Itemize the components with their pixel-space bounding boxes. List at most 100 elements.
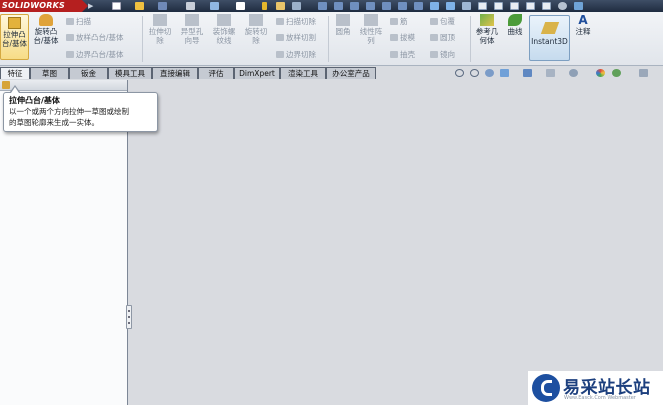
apply-scene-icon[interactable]	[612, 69, 621, 77]
mirror-button[interactable]: 镜向	[430, 50, 455, 60]
boundary-cut-button[interactable]: 边界切除	[276, 50, 316, 60]
settings-gear-icon[interactable]	[558, 2, 567, 10]
zoom-to-fit-icon[interactable]	[455, 69, 464, 77]
tooltip-description-line-1: 以一个或两个方向拉伸一草图或绘制	[9, 107, 129, 116]
view-orientation-icon[interactable]	[523, 69, 532, 77]
window-layout-2-icon[interactable]	[494, 2, 503, 10]
tab-sketch[interactable]: 草图	[30, 67, 69, 79]
print-icon[interactable]	[186, 2, 195, 10]
tab-label: 草图	[42, 69, 57, 78]
display-style-icon[interactable]	[546, 69, 555, 77]
lofted-cut-label: 放样切割	[286, 33, 316, 42]
tab-render-tools[interactable]: 渲染工具	[280, 67, 326, 79]
extrude-cut-button[interactable]: 拉伸切 除	[145, 14, 175, 45]
swept-cut-icon	[276, 18, 284, 25]
reference-geometry-label: 参考几 何体	[475, 27, 499, 45]
view-cube-3-icon[interactable]	[350, 2, 359, 10]
wrap-button[interactable]: 包覆	[430, 17, 455, 27]
fillet-button[interactable]: 圆角	[331, 14, 355, 36]
sweep-button[interactable]: 扫描	[66, 17, 91, 27]
solidworks-logo[interactable]: SOLIDWORKS	[0, 0, 88, 12]
extrude-cut-label: 拉伸切 除	[148, 27, 172, 45]
open-folder-icon[interactable]	[135, 2, 144, 10]
view-cube-2-icon[interactable]	[334, 2, 343, 10]
help-icon[interactable]	[574, 2, 583, 10]
loft-boss-button[interactable]: 放样凸台/基体	[66, 33, 124, 43]
view-cube-8-icon[interactable]	[430, 2, 439, 10]
lofted-cut-button[interactable]: 放样切割	[276, 33, 316, 43]
tab-label: 特征	[7, 69, 23, 78]
watermark-logo-icon	[532, 374, 560, 402]
window-layout-3-icon[interactable]	[510, 2, 519, 10]
window-layout-1-icon[interactable]	[478, 2, 487, 10]
hole-wizard-button[interactable]: 异型孔 向导	[177, 14, 207, 45]
undo-icon[interactable]	[210, 2, 219, 10]
reference-geometry-button[interactable]: 参考几 何体	[473, 14, 501, 45]
tab-office-products[interactable]: 办公室产品	[326, 67, 376, 79]
view-cube-9-icon[interactable]	[446, 2, 455, 10]
swept-cut-button[interactable]: 扫描切除	[276, 17, 316, 27]
loft-boss-icon	[66, 34, 74, 41]
select-arrow-icon[interactable]	[236, 2, 245, 10]
instant3d-button[interactable]: Instant3D	[529, 15, 570, 61]
dome-button[interactable]: 圆顶	[430, 33, 455, 43]
draft-button[interactable]: 拔模	[390, 33, 415, 43]
fillet-label: 圆角	[335, 27, 351, 36]
cosmetic-thread-button[interactable]: 装饰螺 纹线	[209, 14, 239, 45]
rib-button[interactable]: 筋	[390, 17, 408, 27]
heads-up-view-toolbar	[455, 66, 663, 79]
view-cube-1-icon[interactable]	[318, 2, 327, 10]
shell-button[interactable]: 抽壳	[390, 50, 415, 60]
window-layout-4-icon[interactable]	[526, 2, 535, 10]
rib-icon	[390, 18, 398, 25]
tab-dimxpert[interactable]: DimXpert	[234, 67, 280, 79]
draft-label: 拔模	[400, 33, 415, 42]
graphics-area[interactable]	[129, 80, 663, 405]
window-layout-5-icon[interactable]	[542, 2, 551, 10]
instant3d-label: Instant3D	[531, 37, 568, 46]
previous-view-icon[interactable]	[485, 69, 494, 77]
tab-direct-editing[interactable]: 直接编辑	[152, 67, 198, 79]
save-icon[interactable]	[158, 2, 167, 10]
tab-label: 钣金	[81, 69, 96, 78]
zoom-to-area-icon[interactable]	[470, 69, 479, 77]
mirror-label: 镜向	[440, 50, 455, 59]
anchor-icon[interactable]	[462, 2, 471, 10]
mirror-icon	[430, 51, 438, 58]
tab-label: 模具工具	[115, 69, 145, 78]
extrude-cut-icon	[153, 14, 167, 26]
tab-sheet-metal[interactable]: 钣金	[69, 67, 108, 79]
linear-pattern-label: 线性阵 列	[359, 27, 383, 45]
panel-splitter-handle[interactable]	[126, 305, 132, 329]
revolve-cut-button[interactable]: 旋转切 除	[241, 14, 271, 45]
view-cube-4-icon[interactable]	[366, 2, 375, 10]
extrude-boss-button[interactable]: 拉伸凸 台/基体	[0, 14, 29, 60]
feature-tree-tab-icon[interactable]	[2, 81, 10, 89]
tab-mold-tools[interactable]: 模具工具	[108, 67, 152, 79]
linear-pattern-button[interactable]: 线性阵 列	[357, 14, 385, 45]
shell-label: 抽壳	[400, 50, 415, 59]
curves-button[interactable]: 曲线	[503, 14, 527, 36]
annotation-button[interactable]: A 注释	[572, 14, 594, 36]
menu-arrow-icon[interactable]: ▶	[88, 2, 93, 10]
options-icon[interactable]	[292, 2, 301, 10]
section-view-icon[interactable]	[500, 69, 509, 77]
edit-appearance-icon[interactable]	[596, 69, 605, 77]
hide-show-items-icon[interactable]	[569, 69, 578, 77]
revolve-cut-label: 旋转切 除	[244, 27, 268, 45]
view-cube-5-icon[interactable]	[382, 2, 391, 10]
boundary-boss-button[interactable]: 边界凸台/基体	[66, 50, 124, 60]
tab-features[interactable]: 特征	[0, 67, 30, 79]
rebuild-traffic-light-icon[interactable]	[262, 2, 267, 10]
view-settings-icon[interactable]	[639, 69, 648, 77]
tab-label: DimXpert	[239, 69, 275, 78]
tab-evaluate[interactable]: 评估	[198, 67, 234, 79]
view-cube-7-icon[interactable]	[414, 2, 423, 10]
new-document-icon[interactable]	[112, 2, 121, 10]
dome-label: 圆顶	[440, 33, 455, 42]
sweep-label: 扫描	[76, 17, 91, 26]
revolve-boss-button[interactable]: 旋转凸 台/基体	[31, 14, 61, 45]
file-properties-icon[interactable]	[276, 2, 285, 10]
view-cube-6-icon[interactable]	[398, 2, 407, 10]
command-manager-ribbon: 拉伸凸 台/基体 旋转凸 台/基体 扫描 放样凸台/基体 边界凸台/基体 拉伸切…	[0, 12, 663, 66]
